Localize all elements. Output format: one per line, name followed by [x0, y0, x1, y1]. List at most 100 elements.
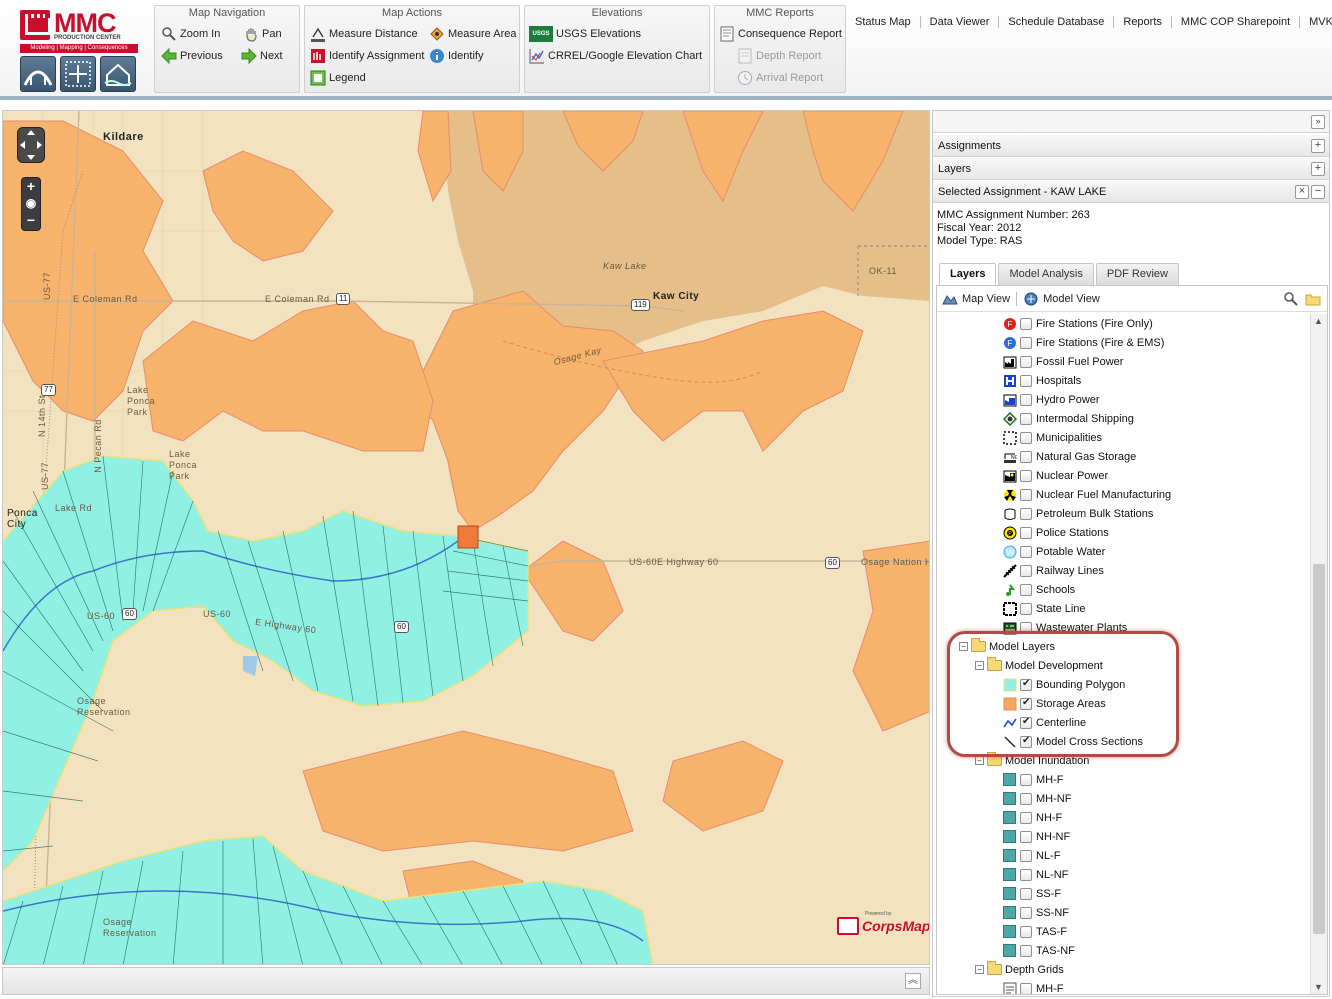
- modeling-tile-icon[interactable]: [20, 56, 56, 92]
- layer-item[interactable]: W Potable Water: [1003, 542, 1105, 561]
- layer-checkbox[interactable]: [1020, 716, 1032, 729]
- inundation-layer[interactable]: TAS-NF: [1003, 941, 1075, 960]
- layer-checkbox[interactable]: [1020, 507, 1032, 520]
- layer-checkbox[interactable]: [1020, 792, 1032, 805]
- identify-button[interactable]: Identify: [429, 48, 483, 64]
- layer-checkbox[interactable]: [1020, 925, 1032, 938]
- layer-item[interactable]: Municipalities: [1003, 428, 1102, 447]
- expand-up-button[interactable]: ︽: [905, 973, 921, 989]
- layer-checkbox[interactable]: [1020, 431, 1032, 444]
- pan-button[interactable]: Pan: [243, 26, 282, 42]
- mapping-tile-icon[interactable]: [60, 56, 96, 92]
- collapse-toggle[interactable]: −: [975, 756, 984, 765]
- consequences-tile-icon[interactable]: [100, 56, 136, 92]
- globe-icon[interactable]: ◉: [22, 195, 40, 212]
- layer-item[interactable]: Schools: [1003, 580, 1075, 599]
- layer-item[interactable]: Railway Lines: [1003, 561, 1104, 580]
- folder-model-development[interactable]: − Model Development: [975, 656, 1103, 675]
- close-assignment-button[interactable]: ×: [1295, 185, 1309, 199]
- collapse-panel-button[interactable]: »: [1311, 115, 1325, 129]
- layer-checkbox[interactable]: [1020, 564, 1032, 577]
- collapse-toggle[interactable]: −: [975, 965, 984, 974]
- inundation-layer[interactable]: NL-F: [1003, 846, 1060, 865]
- layer-checkbox[interactable]: [1020, 944, 1032, 957]
- nav-mmc-cop-sharepoint[interactable]: MMC COP Sharepoint: [1172, 16, 1301, 28]
- zoom-minus-button[interactable]: −: [22, 212, 40, 229]
- model-development-layer[interactable]: Storage Areas: [1003, 694, 1106, 713]
- inundation-layer[interactable]: MH-NF: [1003, 789, 1071, 808]
- depth-grid-layer[interactable]: MH-F: [1003, 979, 1064, 994]
- model-development-layer[interactable]: Model Cross Sections: [1003, 732, 1143, 751]
- layer-item[interactable]: NG Natural Gas Storage: [1003, 447, 1136, 466]
- tab-layers[interactable]: Layers: [939, 263, 997, 285]
- layer-checkbox[interactable]: [1020, 374, 1032, 387]
- layer-item[interactable]: Intermodal Shipping: [1002, 409, 1134, 428]
- layer-item[interactable]: F Fire Stations (Fire & EMS): [1003, 333, 1164, 352]
- layer-checkbox[interactable]: [1020, 336, 1032, 349]
- next-button[interactable]: Next: [241, 47, 283, 65]
- layer-checkbox[interactable]: [1020, 887, 1032, 900]
- previous-button[interactable]: Previous: [161, 47, 223, 65]
- layer-checkbox[interactable]: [1020, 450, 1032, 463]
- zoom-plus-button[interactable]: +: [22, 178, 40, 195]
- layer-checkbox[interactable]: [1020, 811, 1032, 824]
- layer-item[interactable]: Nuclear Power: [1003, 466, 1108, 485]
- layer-checkbox[interactable]: [1020, 773, 1032, 786]
- legend-button[interactable]: Legend: [310, 70, 366, 86]
- layer-item[interactable]: Fossil Fuel Power: [1003, 352, 1123, 371]
- measure-distance-button[interactable]: Measure Distance: [310, 26, 418, 42]
- layer-checkbox[interactable]: [1020, 583, 1032, 596]
- layer-checkbox[interactable]: [1020, 526, 1032, 539]
- layer-checkbox[interactable]: [1020, 906, 1032, 919]
- layer-checkbox[interactable]: [1020, 469, 1032, 482]
- layer-checkbox[interactable]: [1020, 982, 1032, 994]
- layer-item[interactable]: State Line: [1003, 599, 1086, 618]
- layer-checkbox[interactable]: [1020, 868, 1032, 881]
- folder-depth-grids[interactable]: − Depth Grids: [975, 960, 1064, 979]
- layer-item[interactable]: Wastewater Plants: [1003, 618, 1127, 637]
- map-view-button[interactable]: Map View: [942, 291, 1010, 307]
- measure-area-button[interactable]: Measure Area: [429, 26, 516, 42]
- model-development-layer[interactable]: Centerline: [1003, 713, 1086, 732]
- tab-pdf-review[interactable]: PDF Review: [1095, 263, 1179, 285]
- assignments-header[interactable]: Assignments +: [933, 135, 1329, 157]
- identify-assignment-button[interactable]: Identify Assignment: [310, 48, 424, 64]
- layer-checkbox[interactable]: [1020, 849, 1032, 862]
- layer-checkbox[interactable]: [1020, 317, 1032, 330]
- pan-control[interactable]: [15, 125, 47, 165]
- layer-item[interactable]: Petroleum Bulk Stations: [1003, 504, 1153, 523]
- arrival-report-button[interactable]: Arrival Report: [737, 70, 823, 86]
- depth-report-button[interactable]: Depth Report: [737, 48, 821, 64]
- scrollbar-thumb[interactable]: [1313, 564, 1325, 934]
- layer-item[interactable]: P Police Stations: [1003, 523, 1109, 542]
- nav-reports[interactable]: Reports: [1114, 16, 1172, 28]
- inundation-layer[interactable]: NL-NF: [1003, 865, 1068, 884]
- inundation-layer[interactable]: NH-NF: [1003, 827, 1070, 846]
- usgs-elevations-button[interactable]: USGS USGS Elevations: [529, 26, 641, 42]
- crrel-chart-button[interactable]: CRREL/Google Elevation Chart: [529, 48, 702, 64]
- layer-checkbox[interactable]: [1020, 545, 1032, 558]
- inundation-layer[interactable]: SS-NF: [1003, 903, 1069, 922]
- layer-checkbox[interactable]: [1020, 830, 1032, 843]
- expand-assignments-button[interactable]: +: [1311, 139, 1325, 153]
- expand-layers-button[interactable]: +: [1311, 162, 1325, 176]
- nav-data-viewer[interactable]: Data Viewer: [921, 16, 1000, 28]
- layer-item[interactable]: Hydro Power: [1003, 390, 1100, 409]
- layer-checkbox[interactable]: [1020, 393, 1032, 406]
- layer-item[interactable]: Nuclear Fuel Manufacturing: [1003, 485, 1171, 504]
- folder-model-layers[interactable]: − Model Layers: [959, 637, 1055, 656]
- model-view-button[interactable]: Model View: [1023, 291, 1100, 307]
- nav-mvk[interactable]: MVK: [1300, 16, 1332, 28]
- layer-checkbox[interactable]: [1020, 602, 1032, 615]
- zoom-in-button[interactable]: Zoom In: [161, 26, 220, 42]
- folder-model-inundation[interactable]: − Model Inundation: [975, 751, 1089, 770]
- collapse-toggle[interactable]: −: [959, 642, 968, 651]
- tab-model-analysis[interactable]: Model Analysis: [998, 263, 1094, 285]
- nav-schedule-database[interactable]: Schedule Database: [999, 16, 1115, 28]
- layer-checkbox[interactable]: [1020, 678, 1032, 691]
- layers-header[interactable]: Layers +: [933, 158, 1329, 180]
- layer-item[interactable]: F Fire Stations (Fire Only): [1003, 314, 1153, 333]
- open-folder-icon[interactable]: [1305, 291, 1321, 307]
- inundation-layer[interactable]: SS-F: [1003, 884, 1061, 903]
- consequence-report-button[interactable]: Consequence Report: [719, 26, 842, 42]
